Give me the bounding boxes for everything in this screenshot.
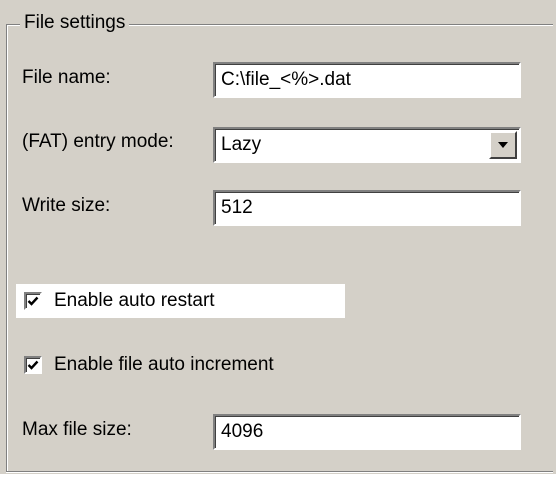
fat-entry-mode-label: (FAT) entry mode: — [22, 131, 174, 152]
max-file-size-input[interactable]: 4096 — [213, 414, 521, 450]
file-settings-panel: File settings File name: C:\file_<%>.dat… — [0, 0, 556, 487]
auto-increment-checkbox-row[interactable]: Enable file auto increment — [24, 348, 274, 382]
chevron-down-icon[interactable] — [489, 131, 517, 159]
max-file-size-label: Max file size: — [22, 419, 132, 440]
fat-entry-mode-value: Lazy — [221, 134, 262, 155]
bottom-strip — [0, 474, 556, 487]
checkmark-icon — [27, 360, 39, 370]
groupbox-title: File settings — [20, 10, 130, 36]
write-size-input[interactable]: 512 — [213, 190, 521, 226]
checkmark-icon — [27, 296, 39, 306]
auto-restart-checkbox-row[interactable]: Enable auto restart — [16, 284, 345, 318]
auto-increment-checkbox[interactable] — [24, 356, 42, 374]
file-name-input[interactable]: C:\file_<%>.dat — [213, 62, 521, 98]
file-name-label: File name: — [22, 67, 111, 88]
write-size-label: Write size: — [22, 195, 111, 216]
auto-restart-label: Enable auto restart — [54, 290, 215, 311]
auto-increment-label: Enable file auto increment — [54, 354, 274, 375]
fat-entry-mode-select[interactable]: Lazy — [213, 127, 521, 163]
auto-restart-checkbox[interactable] — [24, 292, 42, 310]
